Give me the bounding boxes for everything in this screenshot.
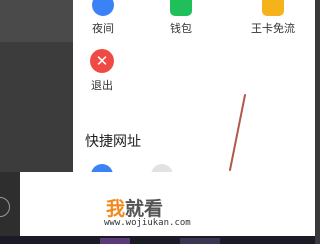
- bottom-strip: [0, 236, 315, 244]
- watermark-banner: 我就看 www.wojiukan.com: [20, 172, 307, 236]
- background-app-header: [0, 0, 73, 42]
- watermark-logo-text: 就看: [125, 198, 164, 220]
- watermark-url: www.wojiukan.com: [104, 218, 191, 228]
- watermark-logo-accent: 我: [106, 198, 126, 220]
- watermark-logo: 我就看: [106, 194, 163, 220]
